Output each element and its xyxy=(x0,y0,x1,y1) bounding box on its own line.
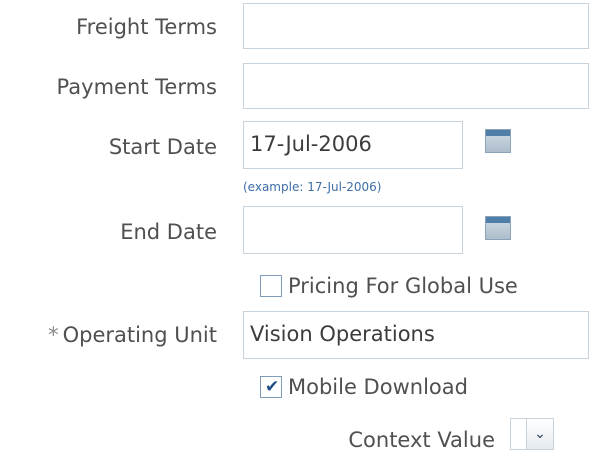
pricing-global-label: Pricing For Global Use xyxy=(288,274,518,298)
operating-unit-label: * Operating Unit xyxy=(48,323,217,347)
pricing-global-row[interactable]: Pricing For Global Use xyxy=(260,274,518,298)
freight-terms-label: Freight Terms xyxy=(76,15,217,39)
operating-unit-label-text: Operating Unit xyxy=(62,323,217,347)
context-value-label: Context Value xyxy=(348,428,495,452)
payment-terms-input[interactable] xyxy=(243,63,589,109)
start-date-hint: (example: 17-Jul-2006) xyxy=(243,180,382,194)
checkmark-icon: ✔ xyxy=(265,377,280,397)
end-date-input[interactable] xyxy=(243,206,463,254)
required-mark: * xyxy=(48,323,59,347)
calendar-icon[interactable] xyxy=(485,216,511,240)
mobile-download-row[interactable]: ✔ Mobile Download xyxy=(260,375,468,399)
calendar-icon[interactable] xyxy=(485,129,511,153)
end-date-label: End Date xyxy=(120,220,217,244)
mobile-download-label: Mobile Download xyxy=(288,375,468,399)
freight-terms-input[interactable] xyxy=(243,3,589,49)
pricing-global-checkbox[interactable] xyxy=(260,275,282,297)
operating-unit-input[interactable]: Vision Operations xyxy=(243,311,589,359)
payment-terms-label: Payment Terms xyxy=(56,75,217,99)
start-date-label: Start Date xyxy=(108,135,217,159)
context-value-select[interactable]: ⌄ xyxy=(510,418,554,450)
mobile-download-checkbox[interactable]: ✔ xyxy=(260,376,282,398)
chevron-down-icon[interactable]: ⌄ xyxy=(526,419,553,449)
start-date-input[interactable]: 17-Jul-2006 xyxy=(243,121,463,169)
